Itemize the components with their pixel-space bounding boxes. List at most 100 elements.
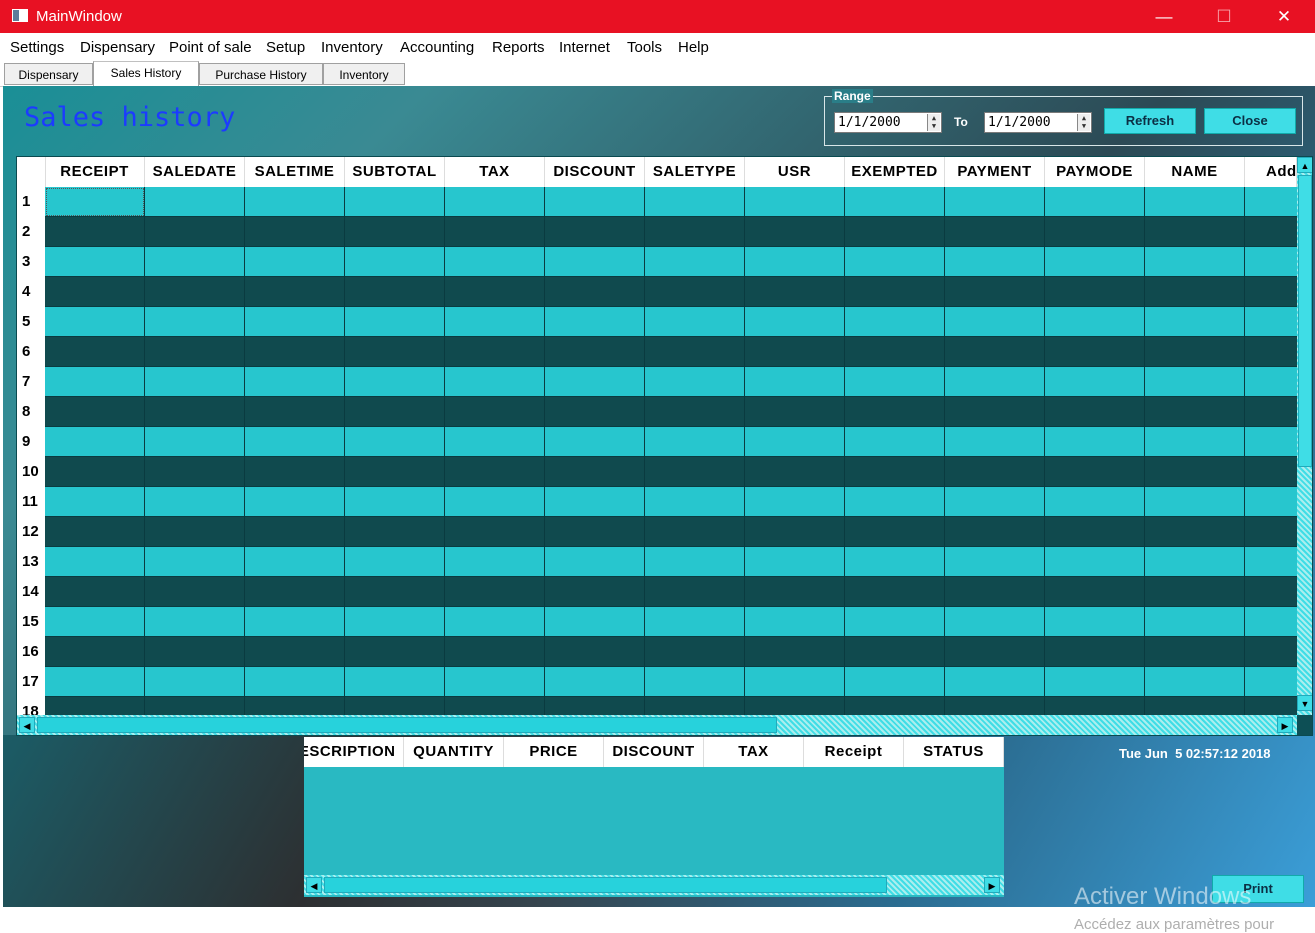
row-number[interactable]: 13 — [17, 547, 45, 577]
date-to-input[interactable]: 1/1/2000 ▲ ▼ — [984, 112, 1092, 133]
table-cell[interactable] — [745, 217, 845, 247]
table-cell[interactable] — [245, 607, 345, 637]
table-cell[interactable] — [745, 697, 845, 715]
table-cell[interactable] — [1245, 337, 1297, 367]
table-cell[interactable] — [1245, 577, 1297, 607]
table-cell[interactable] — [1045, 337, 1145, 367]
menu-accounting[interactable]: Accounting — [400, 39, 474, 56]
table-cell[interactable] — [445, 247, 545, 277]
table-cell[interactable] — [245, 487, 345, 517]
table-cell[interactable] — [345, 457, 445, 487]
scroll-right-icon[interactable]: ▶ — [984, 877, 1000, 893]
table-cell[interactable] — [745, 367, 845, 397]
table-cell[interactable] — [745, 487, 845, 517]
table-cell[interactable] — [945, 487, 1045, 517]
table-cell[interactable] — [345, 397, 445, 427]
table-cell[interactable] — [1045, 277, 1145, 307]
table-cell[interactable] — [345, 217, 445, 247]
table-cell[interactable] — [545, 277, 645, 307]
table-row[interactable]: 9 — [17, 427, 1297, 457]
table-cell[interactable] — [1145, 457, 1245, 487]
table-cell[interactable] — [945, 667, 1045, 697]
table-cell[interactable] — [845, 337, 945, 367]
table-cell[interactable] — [345, 667, 445, 697]
scroll-left-icon[interactable]: ◀ — [306, 877, 322, 893]
table-cell[interactable] — [45, 397, 145, 427]
scroll-left-icon[interactable]: ◀ — [19, 717, 35, 733]
table-cell[interactable] — [845, 307, 945, 337]
table-cell[interactable] — [945, 367, 1045, 397]
table-cell[interactable] — [245, 547, 345, 577]
menu-dispensary[interactable]: Dispensary — [80, 39, 155, 56]
row-number[interactable]: 8 — [17, 397, 45, 427]
column-header-receipt[interactable]: RECEIPT — [45, 157, 145, 187]
table-cell[interactable] — [1145, 697, 1245, 715]
menu-inventory[interactable]: Inventory — [321, 39, 383, 56]
table-row[interactable]: 16 — [17, 637, 1297, 667]
table-cell[interactable] — [545, 487, 645, 517]
table-cell[interactable] — [245, 457, 345, 487]
table-cell[interactable] — [445, 697, 545, 715]
menu-internet[interactable]: Internet — [559, 39, 610, 56]
column-header-status[interactable]: STATUS — [904, 737, 1004, 767]
table-cell[interactable] — [945, 637, 1045, 667]
table-cell[interactable] — [545, 517, 645, 547]
table-cell[interactable] — [945, 277, 1045, 307]
table-cell[interactable] — [1045, 217, 1145, 247]
table-cell[interactable] — [1245, 247, 1297, 277]
table-cell[interactable] — [1245, 637, 1297, 667]
table-cell[interactable] — [345, 187, 445, 217]
table-cell[interactable] — [645, 367, 745, 397]
table-cell[interactable] — [645, 217, 745, 247]
table-cell[interactable] — [1045, 397, 1145, 427]
table-cell[interactable] — [1145, 187, 1245, 217]
row-number[interactable]: 2 — [17, 217, 45, 247]
table-cell[interactable] — [945, 457, 1045, 487]
table-cell[interactable] — [145, 577, 245, 607]
table-cell[interactable] — [545, 547, 645, 577]
table-row[interactable]: 5 — [17, 307, 1297, 337]
menu-settings[interactable]: Settings — [10, 39, 64, 56]
table-cell[interactable] — [645, 547, 745, 577]
table-cell[interactable] — [245, 247, 345, 277]
row-number[interactable]: 17 — [17, 667, 45, 697]
table-cell[interactable] — [245, 667, 345, 697]
table-cell[interactable] — [1245, 217, 1297, 247]
table-cell[interactable] — [645, 277, 745, 307]
table-cell[interactable] — [1245, 397, 1297, 427]
table-cell[interactable] — [45, 487, 145, 517]
vertical-scroll-thumb[interactable] — [1298, 175, 1312, 467]
horizontal-scroll-thumb[interactable] — [37, 717, 777, 733]
row-number[interactable]: 5 — [17, 307, 45, 337]
table-cell[interactable] — [645, 427, 745, 457]
table-cell[interactable] — [845, 427, 945, 457]
table-cell[interactable] — [345, 337, 445, 367]
table-cell[interactable] — [145, 517, 245, 547]
table-cell[interactable] — [845, 577, 945, 607]
column-header-saledate[interactable]: SALEDATE — [145, 157, 245, 187]
sale-items-table[interactable]: DESCRIPTION QUANTITY PRICE DISCOUNT TAX … — [304, 737, 1004, 897]
table-cell[interactable] — [745, 667, 845, 697]
table-cell[interactable] — [945, 577, 1045, 607]
table-cell[interactable] — [945, 187, 1045, 217]
column-header-tax[interactable]: TAX — [704, 737, 804, 767]
table-cell[interactable] — [345, 367, 445, 397]
table-cell[interactable] — [745, 547, 845, 577]
table-cell[interactable] — [245, 307, 345, 337]
table-cell[interactable] — [445, 397, 545, 427]
table-cell[interactable] — [945, 697, 1045, 715]
column-header-usr[interactable]: USR — [745, 157, 845, 187]
table-row[interactable]: 12 — [17, 517, 1297, 547]
table-cell[interactable] — [645, 307, 745, 337]
tab-inventory[interactable]: Inventory — [323, 63, 405, 85]
table-cell[interactable] — [45, 307, 145, 337]
table-cell[interactable] — [1245, 667, 1297, 697]
table-cell[interactable] — [245, 577, 345, 607]
table-cell[interactable] — [45, 337, 145, 367]
table-cell[interactable] — [445, 307, 545, 337]
table-cell[interactable] — [645, 457, 745, 487]
column-header-saletype[interactable]: SALETYPE — [645, 157, 745, 187]
sale-items-horizontal-scrollbar[interactable]: ◀ ▶ — [304, 875, 1004, 895]
menu-setup[interactable]: Setup — [266, 39, 305, 56]
table-cell[interactable] — [45, 277, 145, 307]
